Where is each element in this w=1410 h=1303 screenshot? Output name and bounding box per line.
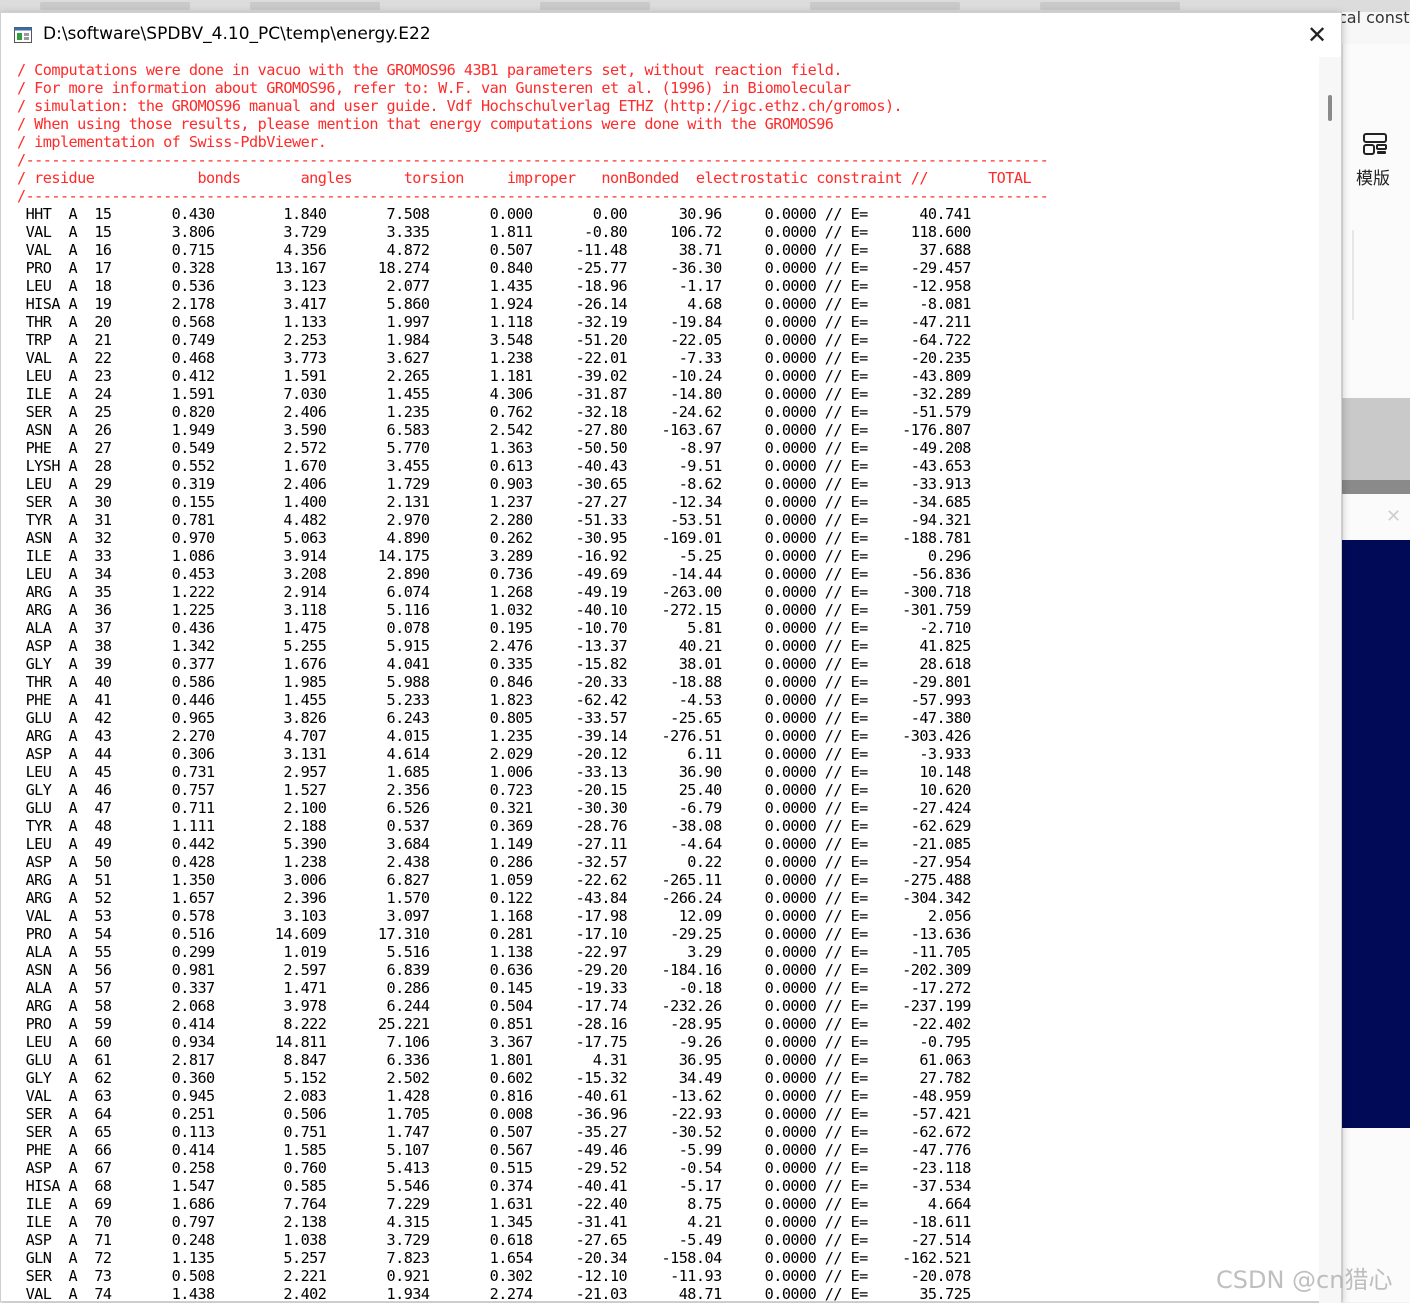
background-tab: [1040, 2, 1180, 10]
energy-output: / Computations were done in vacuo with t…: [17, 61, 1049, 1303]
report-header-line: / Computations were done in vacuo with t…: [17, 61, 843, 79]
table-row: THR A 20 0.568 1.133 1.997 1.118 -32.19 …: [17, 313, 972, 331]
vertical-scrollbar[interactable]: [1319, 57, 1341, 1303]
table-row: GLY A 62 0.360 5.152 2.502 0.602 -15.32 …: [17, 1069, 972, 1087]
table-row: SER A 73 0.508 2.221 0.921 0.302 -12.10 …: [17, 1267, 972, 1285]
background-close-icon: ✕: [1386, 506, 1402, 527]
report-header-line: / When using those results, please menti…: [17, 115, 834, 133]
table-row: VAL A 63 0.945 2.083 1.428 0.816 -40.61 …: [17, 1087, 972, 1105]
table-row: ARG A 35 1.222 2.914 6.074 1.268 -49.19 …: [17, 583, 972, 601]
table-row: VAL A 53 0.578 3.103 3.097 1.168 -17.98 …: [17, 907, 972, 925]
table-row: SER A 64 0.251 0.506 1.705 0.008 -36.96 …: [17, 1105, 972, 1123]
table-row: TYR A 31 0.781 4.482 2.970 2.280 -51.33 …: [17, 511, 972, 529]
table-row: ASN A 56 0.981 2.597 6.839 0.636 -29.20 …: [17, 961, 972, 979]
template-icon[interactable]: [1362, 132, 1388, 156]
table-row: GLU A 61 2.817 8.847 6.336 1.801 4.31 36…: [17, 1051, 972, 1069]
table-row: VAL A 22 0.468 3.773 3.627 1.238 -22.01 …: [17, 349, 972, 367]
title-bar[interactable]: D:\software\SPDBV_4.10_PC\temp\energy.E2…: [1, 13, 1341, 57]
background-tab: [40, 2, 190, 10]
background-tab: [810, 2, 960, 10]
background-dark-panel: [1342, 540, 1410, 1128]
table-row: TRP A 21 0.749 2.253 1.984 3.548 -51.20 …: [17, 331, 972, 349]
table-row: VAL A 15 3.806 3.729 3.335 1.811 -0.80 1…: [17, 223, 972, 241]
background-tab: [250, 2, 380, 10]
template-label[interactable]: 模版: [1356, 164, 1390, 189]
table-row: THR A 40 0.586 1.985 5.988 0.846 -20.33 …: [17, 673, 972, 691]
table-row: ALA A 55 0.299 1.019 5.516 1.138 -22.97 …: [17, 943, 972, 961]
table-row: VAL A 74 1.438 2.402 1.934 2.274 -21.03 …: [17, 1285, 972, 1303]
table-row: LEU A 49 0.442 5.390 3.684 1.149 -27.11 …: [17, 835, 972, 853]
energy-report-window: D:\software\SPDBV_4.10_PC\temp\energy.E2…: [0, 12, 1342, 1303]
table-row: ASP A 67 0.258 0.760 5.413 0.515 -29.52 …: [17, 1159, 972, 1177]
report-header-line: / residue bonds angles torsion improper …: [17, 169, 1032, 187]
report-header-line: /---------------------------------------…: [17, 151, 1049, 169]
table-row: ASN A 32 0.970 5.063 4.890 0.262 -30.95 …: [17, 529, 972, 547]
table-row: SER A 25 0.820 2.406 1.235 0.762 -32.18 …: [17, 403, 972, 421]
table-row: HHT A 15 0.430 1.840 7.508 0.000 0.00 30…: [17, 205, 972, 223]
table-row: HISA A 19 2.178 3.417 5.860 1.924 -26.14…: [17, 295, 972, 313]
table-row: ILE A 24 1.591 7.030 1.455 4.306 -31.87 …: [17, 385, 972, 403]
table-row: PRO A 17 0.328 13.167 18.274 0.840 -25.7…: [17, 259, 972, 277]
table-row: PRO A 54 0.516 14.609 17.310 0.281 -17.1…: [17, 925, 972, 943]
table-row: ARG A 52 1.657 2.396 1.570 0.122 -43.84 …: [17, 889, 972, 907]
table-row: GLU A 47 0.711 2.100 6.526 0.321 -30.30 …: [17, 799, 972, 817]
table-row: ASP A 38 1.342 5.255 5.915 2.476 -13.37 …: [17, 637, 972, 655]
scrollbar-thumb[interactable]: [1328, 95, 1332, 121]
table-row: ASP A 71 0.248 1.038 3.729 0.618 -27.65 …: [17, 1231, 972, 1249]
table-row: HISA A 68 1.547 0.585 5.546 0.374 -40.41…: [17, 1177, 972, 1195]
background-divider: [1352, 230, 1354, 320]
table-row: ASP A 44 0.306 3.131 4.614 2.029 -20.12 …: [17, 745, 972, 763]
table-row: ARG A 36 1.225 3.118 5.116 1.032 -40.10 …: [17, 601, 972, 619]
table-row: GLY A 46 0.757 1.527 2.356 0.723 -20.15 …: [17, 781, 972, 799]
table-row: LYSH A 28 0.552 1.670 3.455 0.613 -40.43…: [17, 457, 972, 475]
table-row: SER A 65 0.113 0.751 1.747 0.507 -35.27 …: [17, 1123, 972, 1141]
background-taskbar: [0, 0, 1410, 12]
app-icon: [14, 27, 32, 43]
report-header-line: /---------------------------------------…: [17, 187, 1049, 205]
report-header-line: / For more information about GROMOS96, r…: [17, 79, 851, 97]
text-content-area[interactable]: / Computations were done in vacuo with t…: [1, 57, 1319, 1303]
table-row: SER A 30 0.155 1.400 2.131 1.237 -27.27 …: [17, 493, 972, 511]
table-row: LEU A 18 0.536 3.123 2.077 1.435 -18.96 …: [17, 277, 972, 295]
table-row: ALA A 57 0.337 1.471 0.286 0.145 -19.33 …: [17, 979, 972, 997]
report-header-line: / simulation: the GROMOS96 manual and us…: [17, 97, 903, 115]
table-row: PHE A 66 0.414 1.585 5.107 0.567 -49.46 …: [17, 1141, 972, 1159]
table-row: ILE A 70 0.797 2.138 4.315 1.345 -31.41 …: [17, 1213, 972, 1231]
table-row: ARG A 58 2.068 3.978 6.244 0.504 -17.74 …: [17, 997, 972, 1015]
table-row: LEU A 23 0.412 1.591 2.265 1.181 -39.02 …: [17, 367, 972, 385]
background-app-title: cal const: [1338, 8, 1410, 27]
table-row: PHE A 41 0.446 1.455 5.233 1.823 -62.42 …: [17, 691, 972, 709]
table-row: VAL A 16 0.715 4.356 4.872 0.507 -11.48 …: [17, 241, 972, 259]
table-row: PHE A 27 0.549 2.572 5.770 1.363 -50.50 …: [17, 439, 972, 457]
close-button[interactable]: ✕: [1297, 21, 1337, 49]
table-row: LEU A 34 0.453 3.208 2.890 0.736 -49.69 …: [17, 565, 972, 583]
table-row: GLN A 72 1.135 5.257 7.823 1.654 -20.34 …: [17, 1249, 972, 1267]
table-row: ARG A 51 1.350 3.006 6.827 1.059 -22.62 …: [17, 871, 972, 889]
background-tab: [540, 2, 650, 10]
table-row: ASP A 50 0.428 1.238 2.438 0.286 -32.57 …: [17, 853, 972, 871]
background-bar: [1342, 480, 1410, 494]
table-row: PRO A 59 0.414 8.222 25.221 0.851 -28.16…: [17, 1015, 972, 1033]
window-title: D:\software\SPDBV_4.10_PC\temp\energy.E2…: [43, 24, 431, 44]
watermark: CSDN @cn猎心: [1216, 1266, 1393, 1294]
table-row: ALA A 37 0.436 1.475 0.078 0.195 -10.70 …: [17, 619, 972, 637]
table-row: LEU A 29 0.319 2.406 1.729 0.903 -30.65 …: [17, 475, 972, 493]
table-row: ILE A 33 1.086 3.914 14.175 3.289 -16.92…: [17, 547, 972, 565]
table-row: TYR A 48 1.111 2.188 0.537 0.369 -28.76 …: [17, 817, 972, 835]
table-row: ARG A 43 2.270 4.707 4.015 1.235 -39.14 …: [17, 727, 972, 745]
table-row: LEU A 45 0.731 2.957 1.685 1.006 -33.13 …: [17, 763, 972, 781]
table-row: GLY A 39 0.377 1.676 4.041 0.335 -15.82 …: [17, 655, 972, 673]
report-header-line: / implementation of Swiss-PdbViewer.: [17, 133, 327, 151]
table-row: LEU A 60 0.934 14.811 7.106 3.367 -17.75…: [17, 1033, 972, 1051]
table-row: ILE A 69 1.686 7.764 7.229 1.631 -22.40 …: [17, 1195, 972, 1213]
table-row: GLU A 42 0.965 3.826 6.243 0.805 -33.57 …: [17, 709, 972, 727]
table-row: ASN A 26 1.949 3.590 6.583 2.542 -27.80 …: [17, 421, 972, 439]
